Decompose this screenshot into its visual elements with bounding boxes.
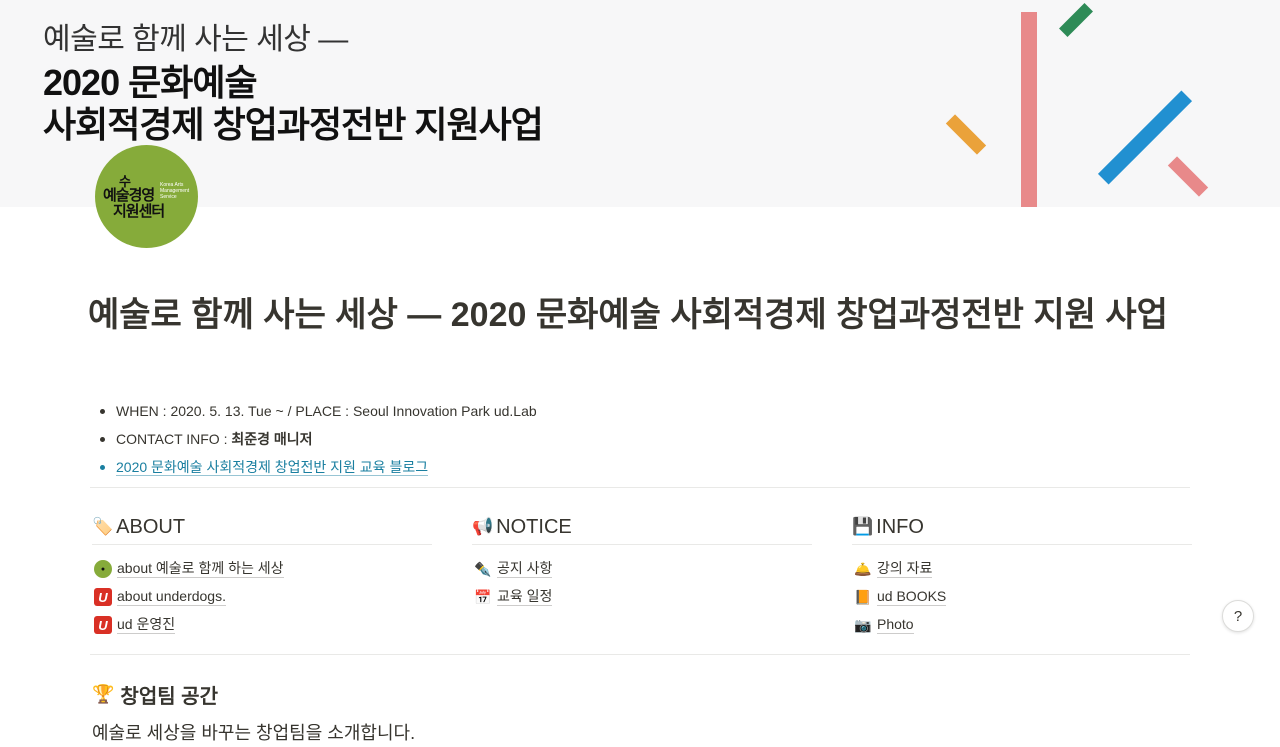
lecture-materials-link[interactable]: 🛎️ 강의 자료 — [852, 555, 1192, 583]
photo-link[interactable]: 📷 Photo — [852, 611, 1192, 639]
bell-icon: 🛎️ — [854, 560, 872, 577]
megaphone-icon: 📢 — [472, 517, 494, 536]
contact-item: CONTACT INFO : 최준경 매니저 — [100, 430, 537, 458]
divider — [90, 654, 1190, 655]
logo-icon: ● — [94, 560, 112, 578]
about-art-world-link[interactable]: ● about 예술로 함께 하는 세상 — [92, 555, 432, 583]
info-heading: 💾 INFO — [852, 510, 1192, 545]
cover-subtitle: 예술로 함께 사는 세상 — — [43, 23, 348, 56]
when-place-item: WHEN : 2020. 5. 13. Tue ~ / PLACE : Seou… — [100, 402, 537, 430]
logo-english-text: Korea Arts Management Service — [160, 182, 190, 200]
cover-title-line2: 사회적경제 창업과정전반 지원사업 — [43, 104, 544, 145]
help-button[interactable]: ? — [1222, 600, 1254, 632]
page-icon-logo[interactable]: 수 예술경영 지원센터 Korea Arts Management Servic… — [95, 145, 198, 248]
logo-wordmark: 수 예술경영 지원센터 — [103, 174, 165, 220]
team-section-description: 예술로 세상을 바꾸는 창업팀을 소개합니다. — [92, 723, 416, 743]
underdogs-icon: U — [94, 588, 112, 606]
notice-heading: 📢 NOTICE — [472, 510, 812, 545]
camera-icon: 📷 — [854, 616, 872, 633]
decorative-pink-stroke — [1167, 156, 1209, 197]
notice-column: 📢 NOTICE ✒️ 공지 사항 📅 교육 일정 — [472, 510, 812, 611]
ud-books-link[interactable]: 📙 ud BOOKS — [852, 583, 1192, 611]
floppy-disk-icon: 💾 — [852, 517, 874, 536]
about-column: 🏷️ ABOUT ● about 예술로 함께 하는 세상 U about un… — [92, 510, 432, 639]
info-bullet-list: WHEN : 2020. 5. 13. Tue ~ / PLACE : Seou… — [100, 402, 537, 486]
notice-link[interactable]: ✒️ 공지 사항 — [472, 555, 812, 583]
page-title[interactable]: 예술로 함께 사는 세상 — 2020 문화예술 사회적경제 창업과정전반 지원… — [88, 293, 1198, 337]
trophy-icon: 🏆 — [92, 684, 115, 704]
underdogs-icon: U — [94, 616, 112, 634]
blog-link[interactable]: 2020 문화예술 사회적경제 창업전반 지원 교육 블로그 — [116, 459, 429, 476]
about-underdogs-link[interactable]: U about underdogs. — [92, 583, 432, 611]
info-column: 💾 INFO 🛎️ 강의 자료 📙 ud BOOKS 📷 Photo — [852, 510, 1192, 639]
schedule-link[interactable]: 📅 교육 일정 — [472, 583, 812, 611]
ud-staff-link[interactable]: U ud 운영진 — [92, 611, 432, 639]
calendar-icon: 📅 — [474, 588, 492, 605]
pen-icon: ✒️ — [474, 560, 492, 577]
blog-link-item[interactable]: 2020 문화예술 사회적경제 창업전반 지원 교육 블로그 — [100, 458, 537, 486]
team-section-heading: 🏆 창업팀 공간 — [92, 684, 218, 708]
decorative-orange-stroke — [945, 114, 987, 155]
label-tag-icon: 🏷️ — [92, 517, 114, 536]
book-icon: 📙 — [854, 588, 872, 605]
about-heading: 🏷️ ABOUT — [92, 510, 432, 545]
decorative-green-stroke — [1059, 3, 1093, 37]
decorative-pink-bar — [1021, 12, 1037, 207]
contact-name: 최준경 매니저 — [231, 431, 313, 447]
divider — [90, 487, 1190, 488]
